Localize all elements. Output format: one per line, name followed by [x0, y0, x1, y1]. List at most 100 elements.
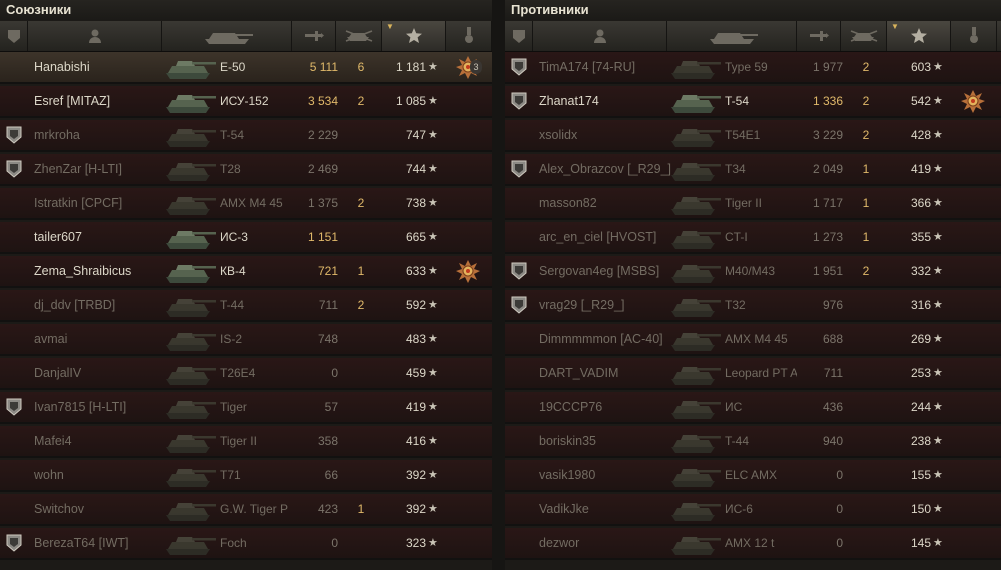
allies-header-frags-column[interactable]: [336, 21, 382, 51]
enemies-player-row[interactable]: xsolidx T54E1 3 229 2 428 ★: [505, 120, 1001, 152]
allies-header-tank-column[interactable]: [162, 21, 292, 51]
medal-icon: [957, 460, 989, 490]
tank-image-icon: [162, 154, 220, 184]
player-name[interactable]: Zema_Shraibicus: [34, 256, 170, 286]
player-name[interactable]: boriskin35: [539, 426, 675, 456]
squad-icon: [7, 28, 21, 44]
allies-player-row[interactable]: Switchov G.W. Tiger P 423 1 392 ★: [0, 494, 492, 526]
player-name[interactable]: TimA174 [74-RU]: [539, 52, 675, 82]
allies-player-row[interactable]: dj_ddv [TRBD] T-44 711 2 592 ★: [0, 290, 492, 322]
player-name[interactable]: DanjalIV: [34, 358, 170, 388]
experience-star-icon: ★: [428, 129, 438, 141]
player-name[interactable]: dj_ddv [TRBD]: [34, 290, 170, 320]
player-name[interactable]: avmai: [34, 324, 170, 354]
frags-value: 1: [862, 162, 870, 176]
player-name[interactable]: masson82: [539, 188, 675, 218]
allies-header-medal-column[interactable]: [446, 21, 492, 51]
enemies-player-row[interactable]: dezwor AMX 12 t 0 145 ★: [505, 528, 1001, 560]
allies-player-row[interactable]: Istratkin [CPCF] AMX M4 45 1 375 2 738 ★: [0, 188, 492, 220]
allies-player-row[interactable]: wohn T71 66 392 ★: [0, 460, 492, 492]
frags-value: [338, 222, 384, 252]
player-icon: [593, 28, 607, 44]
experience-star-icon: ★: [933, 537, 943, 549]
allies-player-row[interactable]: Esref [MITAZ] ИСУ-152 3 534 2 1 085 ★: [0, 86, 492, 118]
player-name[interactable]: Sergovan4eg [MSBS]: [539, 256, 675, 286]
enemies-player-row[interactable]: vrag29 [_R29_] T32 976 316 ★: [505, 290, 1001, 322]
player-name[interactable]: Dimmmmmon [AC-40]: [539, 324, 675, 354]
player-name[interactable]: Switchov: [34, 494, 170, 524]
medal-icon[interactable]: [957, 86, 989, 116]
enemies-header-medal-column[interactable]: [951, 21, 997, 51]
player-name[interactable]: VadikJke: [539, 494, 675, 524]
enemies-player-row[interactable]: DART_VADIM Leopard PT A 711 253 ★: [505, 358, 1001, 390]
enemies-player-row[interactable]: arc_en_ciel [HVOST] CT-I 1 273 1 355 ★: [505, 222, 1001, 254]
allies-player-row[interactable]: Zema_Shraibicus КВ-4 721 1 633 ★: [0, 256, 492, 288]
frags-value: [338, 120, 384, 150]
medal-icon: [957, 154, 989, 184]
player-name[interactable]: Mafei4: [34, 426, 170, 456]
enemies-player-row[interactable]: VadikJke ИС-6 0 150 ★: [505, 494, 1001, 526]
allies-player-row[interactable]: tailer607 ИС-3 1 151 665 ★: [0, 222, 492, 254]
allies-player-row[interactable]: BerezaT64 [IWT] Foch 0 323 ★: [0, 528, 492, 560]
player-name[interactable]: mrkroha: [34, 120, 170, 150]
player-name[interactable]: xsolidx: [539, 120, 675, 150]
allies-player-row[interactable]: Mafei4 Tiger II 358 416 ★: [0, 426, 492, 458]
player-name[interactable]: Hanabishi: [34, 52, 170, 82]
experience-star-icon: ★: [933, 333, 943, 345]
damage-value: 748: [317, 332, 338, 346]
experience-value: 603: [910, 60, 931, 74]
experience-value: 155: [910, 468, 931, 482]
medal-count-badge: 3: [470, 60, 482, 74]
tank-name: ИС-6: [725, 502, 753, 516]
enemies-player-row[interactable]: Zhanat174 T-54 1 336 2 542 ★: [505, 86, 1001, 118]
allies-player-row[interactable]: Hanabishi E-50 5 111 6 1 181 ★ 3: [0, 52, 492, 84]
player-name[interactable]: vasik1980: [539, 460, 675, 490]
player-name[interactable]: 19CCCP76: [539, 392, 675, 422]
allies-player-row[interactable]: DanjalIV T26E4 0 459 ★: [0, 358, 492, 390]
tank-image-icon: [667, 426, 725, 456]
damage-icon: [808, 29, 830, 43]
enemies-header-player-column[interactable]: [533, 21, 667, 51]
medal-icon[interactable]: [452, 256, 484, 286]
player-name[interactable]: wohn: [34, 460, 170, 490]
enemies-player-row[interactable]: Dimmmmmon [AC-40] AMX M4 45 688 269 ★: [505, 324, 1001, 356]
damage-value: 5 111: [309, 60, 338, 74]
allies-header-player-column[interactable]: [28, 21, 162, 51]
player-name[interactable]: ZhenZar [H-LTI]: [34, 154, 170, 184]
enemies-player-row[interactable]: vasik1980 ELC AMX 0 155 ★: [505, 460, 1001, 492]
enemies-player-row[interactable]: masson82 Tiger II 1 717 1 366 ★: [505, 188, 1001, 220]
enemies-player-row[interactable]: TimA174 [74-RU] Type 59 1 977 2 603 ★: [505, 52, 1001, 84]
player-name[interactable]: vrag29 [_R29_]: [539, 290, 675, 320]
player-name[interactable]: dezwor: [539, 528, 675, 558]
enemies-header-frags-column[interactable]: [841, 21, 887, 51]
tank-image-icon: [667, 494, 725, 524]
allies-player-row[interactable]: ZhenZar [H-LTI] T28 2 469 744 ★: [0, 154, 492, 186]
allies-player-row[interactable]: Ivan7815 [H-LTI] Tiger 57 419 ★: [0, 392, 492, 424]
player-name[interactable]: tailer607: [34, 222, 170, 252]
allies-header-squad-column[interactable]: [0, 21, 28, 51]
player-name[interactable]: Alex_Obrazcov [_R29_]: [539, 154, 675, 184]
enemies-header-tank-column[interactable]: [667, 21, 797, 51]
player-name[interactable]: BerezaT64 [IWT]: [34, 528, 170, 558]
player-name[interactable]: DART_VADIM: [539, 358, 675, 388]
enemies-player-row[interactable]: Alex_Obrazcov [_R29_] T34 2 049 1 419 ★: [505, 154, 1001, 186]
enemies-player-row[interactable]: boriskin35 T-44 940 238 ★: [505, 426, 1001, 458]
allies-header-experience-star-column[interactable]: ▼: [382, 21, 446, 51]
player-name[interactable]: Zhanat174: [539, 86, 675, 116]
enemies-player-row[interactable]: 19CCCP76 ИС 436 244 ★: [505, 392, 1001, 424]
allies-player-row[interactable]: avmai IS-2 748 483 ★: [0, 324, 492, 356]
experience-value: 238: [910, 434, 931, 448]
enemies-header-experience-star-column[interactable]: ▼: [887, 21, 951, 51]
squad-badge-icon: [4, 52, 24, 82]
player-name[interactable]: arc_en_ciel [HVOST]: [539, 222, 675, 252]
player-name[interactable]: Istratkin [CPCF]: [34, 188, 170, 218]
medal-icon: [452, 392, 484, 422]
enemies-header-squad-column[interactable]: [505, 21, 533, 51]
experience-value: 1 181: [395, 60, 426, 74]
allies-header-damage-column[interactable]: [292, 21, 336, 51]
enemies-player-row[interactable]: Sergovan4eg [MSBS] M40/M43 1 951 2 332 ★: [505, 256, 1001, 288]
player-name[interactable]: Esref [MITAZ]: [34, 86, 170, 116]
player-name[interactable]: Ivan7815 [H-LTI]: [34, 392, 170, 422]
allies-player-row[interactable]: mrkroha T-54 2 229 747 ★: [0, 120, 492, 152]
enemies-header-damage-column[interactable]: [797, 21, 841, 51]
